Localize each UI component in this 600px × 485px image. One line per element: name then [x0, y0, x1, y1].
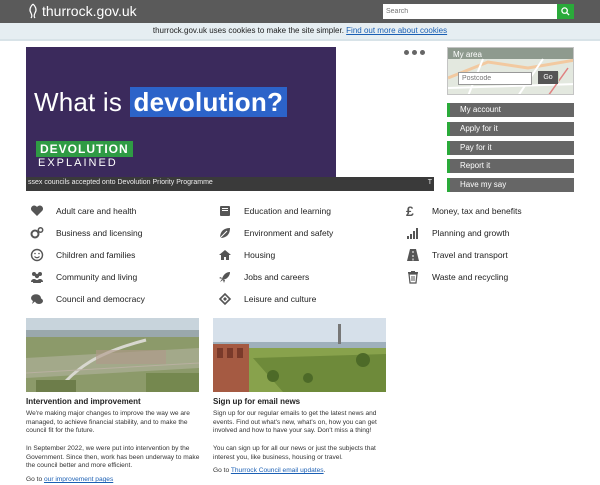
site-header: thurrock.gov.uk [0, 0, 600, 23]
pay-for-it-button[interactable]: Pay for it [447, 141, 574, 155]
service-label: Community and living [56, 272, 138, 282]
hero-caption-bar[interactable]: ssex councils accepted onto Devolution P… [26, 177, 434, 191]
service-label: Education and learning [244, 206, 331, 216]
rocket-icon [218, 270, 236, 284]
house-icon [218, 248, 236, 262]
intervention-text-1: We're making major changes to improve th… [26, 410, 190, 434]
my-account-button[interactable]: My account [447, 103, 574, 117]
smile-icon [30, 248, 48, 262]
carousel-dot [420, 50, 425, 55]
hero-title-highlight: devolution? [129, 87, 288, 117]
cookie-info-link[interactable]: Find out more about cookies [346, 26, 447, 35]
service-label: Jobs and careers [244, 272, 310, 282]
ticket-icon [218, 292, 236, 306]
service-travel[interactable]: Travel and transport [406, 248, 508, 262]
gears-icon [30, 226, 48, 240]
service-label: Housing [244, 250, 276, 260]
book-icon [218, 204, 236, 218]
service-label: Environment and safety [244, 228, 334, 238]
road-icon [406, 248, 424, 262]
carousel-dot [404, 50, 409, 55]
report-it-button[interactable]: Report it [447, 159, 574, 173]
service-jobs[interactable]: Jobs and careers [218, 270, 309, 284]
service-label: Adult care and health [56, 206, 137, 216]
hero-banner[interactable]: What is devolution? DEVOLUTION EXPLAINED [26, 47, 336, 177]
have-my-say-button[interactable]: Have my say [447, 178, 574, 192]
service-label: Travel and transport [432, 250, 508, 260]
service-adult-care[interactable]: Adult care and health [30, 204, 136, 218]
intervention-title[interactable]: Intervention and improvement [26, 397, 141, 406]
service-label: Children and families [56, 250, 136, 260]
email-go-suffix: . [323, 467, 326, 474]
logo-emblem-icon [29, 3, 37, 19]
service-label: Money, tax and benefits [432, 206, 522, 216]
service-community[interactable]: Community and living [30, 270, 137, 284]
intervention-text-2: In September 2022, we were put into inte… [26, 445, 200, 469]
service-council[interactable]: Council and democracy [30, 292, 145, 306]
service-label: Leisure and culture [244, 294, 317, 304]
pound-icon: £ [406, 203, 414, 219]
service-label: Waste and recycling [432, 272, 509, 282]
hero-caption: ssex councils accepted onto Devolution P… [28, 179, 213, 186]
leaf-icon [218, 226, 236, 240]
service-money[interactable]: £ Money, tax and benefits [406, 203, 522, 219]
postcode-go-button[interactable]: Go [538, 71, 558, 84]
search-icon [561, 7, 570, 16]
site-logo[interactable]: thurrock.gov.uk [27, 3, 137, 19]
service-housing[interactable]: Housing [218, 248, 275, 262]
cookie-banner: thurrock.gov.uk uses cookies to make the… [0, 23, 600, 39]
header-divider [0, 39, 600, 41]
email-news-text-1: Sign up for our regular emails to get th… [213, 410, 377, 434]
service-waste[interactable]: Waste and recycling [406, 270, 508, 284]
service-label: Council and democracy [56, 294, 145, 304]
search-input[interactable] [383, 4, 557, 19]
postcode-input[interactable] [458, 72, 532, 85]
people-icon [30, 270, 48, 284]
hero-title: What is devolution? [34, 87, 288, 118]
email-news-text-3: Go to Thurrock Council email updates. [213, 467, 393, 476]
intervention-text-3: Go to our improvement pages [26, 476, 206, 485]
speech-icon [30, 292, 48, 306]
carousel-dot [412, 50, 417, 55]
hero-badge-line2: EXPLAINED [38, 157, 118, 169]
email-news-text-2: You can sign up for all our news or just… [213, 445, 376, 461]
heart-icon [30, 204, 48, 218]
service-education[interactable]: Education and learning [218, 204, 331, 218]
carousel-menu-icon[interactable] [404, 50, 425, 55]
service-business[interactable]: Business and licensing [30, 226, 142, 240]
hero-title-plain: What is [34, 87, 123, 117]
bar-chart-icon [406, 226, 424, 240]
service-leisure[interactable]: Leisure and culture [218, 292, 316, 306]
apply-for-it-button[interactable]: Apply for it [447, 122, 574, 136]
my-area-title: My area [453, 50, 482, 59]
email-updates-link[interactable]: Thurrock Council email updates [231, 467, 324, 474]
service-label: Planning and growth [432, 228, 510, 238]
hero-caption-next: T [427, 179, 432, 186]
logo-text: thurrock.gov.uk [42, 3, 137, 19]
email-news-image[interactable] [213, 318, 386, 392]
intervention-image[interactable] [26, 318, 199, 392]
search-button[interactable] [557, 4, 574, 19]
bin-icon [406, 270, 424, 284]
service-children[interactable]: Children and families [30, 248, 135, 262]
service-environment[interactable]: Environment and safety [218, 226, 333, 240]
cookie-text: thurrock.gov.uk uses cookies to make the… [152, 26, 344, 35]
email-go-prefix: Go to [213, 467, 230, 474]
service-planning[interactable]: Planning and growth [406, 226, 510, 240]
hero-badge-line1: DEVOLUTION [36, 141, 133, 157]
email-news-title[interactable]: Sign up for email news [213, 397, 300, 406]
service-label: Business and licensing [56, 228, 143, 238]
